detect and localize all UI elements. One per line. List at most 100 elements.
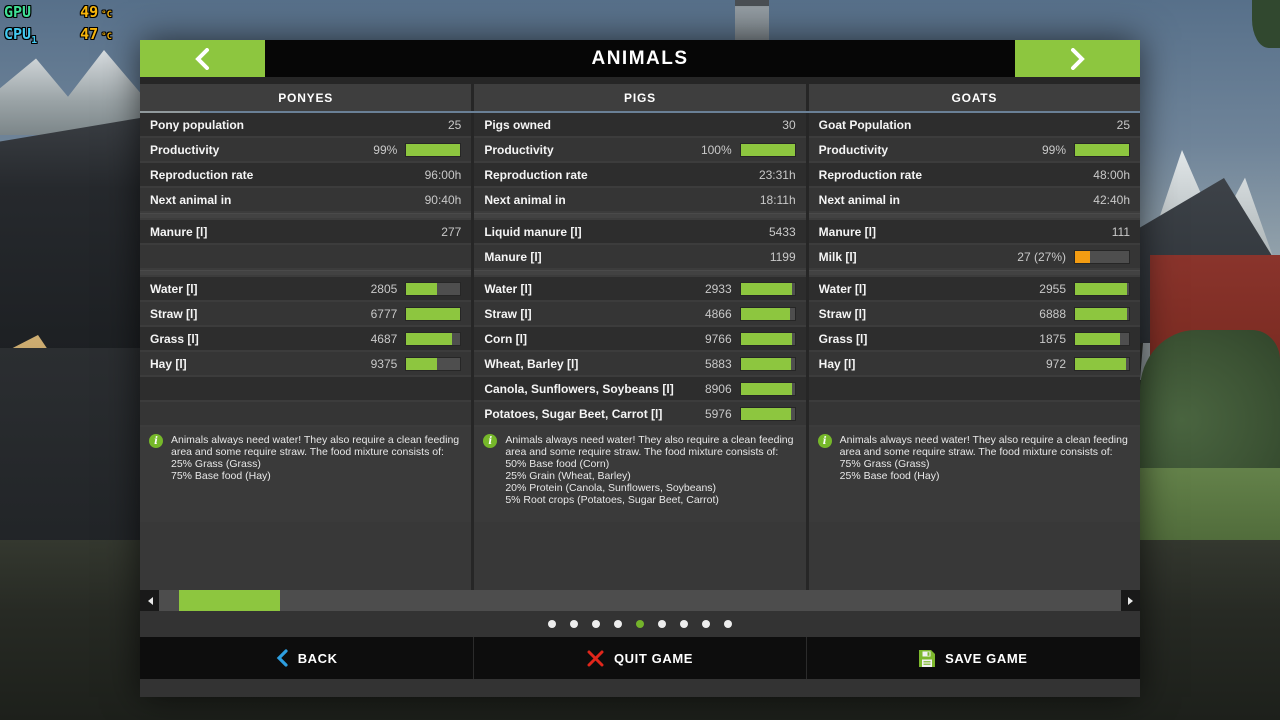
info-icon: i bbox=[483, 434, 497, 448]
silo-tower bbox=[735, 0, 769, 42]
row-value: 2933 bbox=[705, 282, 732, 296]
horizontal-scrollbar[interactable] bbox=[140, 590, 1140, 611]
level-bar-fill bbox=[741, 144, 795, 156]
column-header-ponyes: PONYES bbox=[140, 84, 471, 111]
page-title: ANIMALS bbox=[265, 40, 1015, 77]
table-row: Hay [l]972 bbox=[809, 352, 1140, 375]
level-bar bbox=[1074, 250, 1130, 264]
row-label: Next animal in bbox=[819, 193, 1094, 207]
level-bar bbox=[1074, 357, 1130, 371]
header-divider bbox=[140, 77, 1140, 84]
row-label: Next animal in bbox=[150, 193, 425, 207]
gpu-temp-unit: °C bbox=[101, 6, 112, 25]
row-value: 27 (27%) bbox=[1017, 250, 1066, 264]
table-row: Straw [l]6888 bbox=[809, 302, 1140, 325]
table-row-empty bbox=[809, 402, 1140, 425]
row-label: Reproduction rate bbox=[819, 168, 1094, 182]
page-dot[interactable] bbox=[548, 620, 556, 628]
table-row: Reproduction rate48:00h bbox=[809, 163, 1140, 186]
table-row-empty bbox=[809, 377, 1140, 400]
page-dot[interactable] bbox=[702, 620, 710, 628]
page-dot[interactable] bbox=[724, 620, 732, 628]
quit-button-label: QUIT GAME bbox=[614, 651, 693, 666]
page-dot[interactable] bbox=[680, 620, 688, 628]
info-box: i Animals always need water! They also r… bbox=[474, 427, 805, 522]
prev-page-button[interactable] bbox=[140, 40, 265, 77]
row-value: 99% bbox=[1042, 143, 1066, 157]
row-value: 2955 bbox=[1039, 282, 1066, 296]
table-row-empty bbox=[140, 377, 471, 400]
group-separator bbox=[474, 213, 805, 218]
row-label: Manure [l] bbox=[150, 225, 441, 239]
table-row: Water [l]2805 bbox=[140, 277, 471, 300]
back-button[interactable]: BACK bbox=[140, 637, 473, 679]
row-value: 48:00h bbox=[1093, 168, 1130, 182]
table-row: Pigs owned30 bbox=[474, 113, 805, 136]
table-row: Potatoes, Sugar Beet, Carrot [l]5976 bbox=[474, 402, 805, 425]
table-row: Next animal in42:40h bbox=[809, 188, 1140, 211]
page-dot[interactable] bbox=[592, 620, 600, 628]
level-bar-fill bbox=[1075, 358, 1126, 370]
row-value: 18:11h bbox=[760, 193, 796, 207]
chevron-left-icon bbox=[195, 48, 210, 70]
quit-game-button[interactable]: QUIT GAME bbox=[473, 637, 806, 679]
level-bar-fill bbox=[741, 283, 793, 295]
page-dot[interactable] bbox=[614, 620, 622, 628]
level-bar bbox=[405, 357, 461, 371]
table-row: Liquid manure [l]5433 bbox=[474, 220, 805, 243]
column-rows: Goat Population25Productivity99%Reproduc… bbox=[809, 113, 1140, 427]
back-chevron-icon bbox=[276, 649, 288, 667]
level-bar-fill bbox=[406, 358, 436, 370]
row-value: 1199 bbox=[770, 250, 796, 264]
chevron-right-icon bbox=[1070, 48, 1085, 70]
row-value: 4866 bbox=[705, 307, 732, 321]
next-page-button[interactable] bbox=[1015, 40, 1140, 77]
cpu-label: CPU1 bbox=[4, 25, 80, 50]
level-bar bbox=[740, 382, 796, 396]
level-bar-fill bbox=[406, 283, 437, 295]
level-bar bbox=[405, 282, 461, 296]
row-value: 8906 bbox=[705, 382, 732, 396]
level-bar bbox=[1074, 143, 1130, 157]
page-dot[interactable] bbox=[636, 620, 644, 628]
footer-bar: BACK QUIT GAME SAVE GAME bbox=[140, 637, 1140, 679]
level-bar bbox=[1074, 332, 1130, 346]
row-label: Water [l] bbox=[819, 282, 1040, 296]
row-label: Grass [l] bbox=[819, 332, 1040, 346]
level-bar-fill bbox=[406, 144, 460, 156]
page-dot[interactable] bbox=[658, 620, 666, 628]
group-separator bbox=[474, 270, 805, 275]
animals-panel: ANIMALS PONYES PIGS GOATS Pony populatio… bbox=[140, 40, 1140, 697]
page-dot[interactable] bbox=[570, 620, 578, 628]
scroll-left-button[interactable] bbox=[140, 590, 159, 611]
scrollbar-track[interactable] bbox=[159, 590, 1121, 611]
triangle-left-icon bbox=[144, 597, 153, 605]
table-row: Milk [l]27 (27%) bbox=[809, 245, 1140, 268]
row-value: 90:40h bbox=[425, 193, 462, 207]
column-headers: PONYES PIGS GOATS bbox=[140, 84, 1140, 111]
row-label: Reproduction rate bbox=[150, 168, 425, 182]
level-bar bbox=[405, 332, 461, 346]
level-bar-fill bbox=[1075, 144, 1129, 156]
row-label: Hay [l] bbox=[150, 357, 371, 371]
cpu-temp-value: 47 bbox=[80, 25, 98, 44]
triangle-right-icon bbox=[1128, 597, 1137, 605]
cpu-temp-row: CPU1 47 °C bbox=[4, 25, 112, 50]
save-game-button[interactable]: SAVE GAME bbox=[807, 637, 1140, 679]
scrollbar-thumb[interactable] bbox=[179, 590, 280, 611]
table-row: Next animal in18:11h bbox=[474, 188, 805, 211]
level-bar bbox=[740, 307, 796, 321]
table-row: Reproduction rate96:00h bbox=[140, 163, 471, 186]
panel-header: ANIMALS bbox=[140, 40, 1140, 77]
level-bar bbox=[1074, 282, 1130, 296]
row-value: 277 bbox=[441, 225, 461, 239]
row-label: Goat Population bbox=[819, 118, 1117, 132]
row-label: Corn [l] bbox=[484, 332, 705, 346]
info-box: i Animals always need water! They also r… bbox=[140, 427, 471, 522]
row-value: 6888 bbox=[1039, 307, 1066, 321]
scroll-right-button[interactable] bbox=[1121, 590, 1140, 611]
columns-area: Pony population25Productivity99%Reproduc… bbox=[140, 113, 1140, 590]
table-row: Water [l]2933 bbox=[474, 277, 805, 300]
table-row: Corn [l]9766 bbox=[474, 327, 805, 350]
row-label: Milk [l] bbox=[819, 250, 1018, 264]
